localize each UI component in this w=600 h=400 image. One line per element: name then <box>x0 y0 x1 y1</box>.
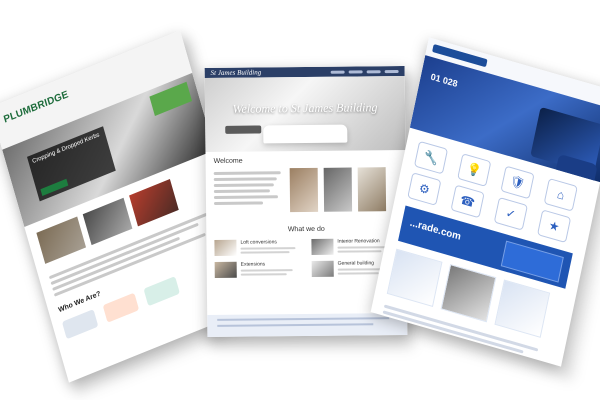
left-logo-main: PLUMBRIDGE <box>2 89 70 126</box>
left-hero-button[interactable] <box>40 178 69 197</box>
service-text: Extensions <box>241 261 302 278</box>
left-hero-grass <box>149 81 193 117</box>
star-icon: ★ <box>536 209 572 244</box>
center-welcome-heading: Welcome <box>213 157 243 165</box>
gear-icon: ⚙ <box>407 172 442 206</box>
website-collage: PLUMBRIDGE Cropping & Dropped Kerbs Who … <box>0 0 600 400</box>
center-hero-title: Welcome to St James Building <box>232 100 378 116</box>
service-text: Loft conversions <box>240 239 301 256</box>
service-title: Extensions <box>240 261 266 268</box>
menu-item-3[interactable] <box>366 69 381 73</box>
center-welcome-image-3 <box>357 167 387 212</box>
hero-table-shape <box>225 125 262 134</box>
left-hero-headline: Cropping & Dropped Kerbs <box>31 132 101 166</box>
center-what-we-do-heading: What we do <box>287 225 325 234</box>
hero-sofa-shape <box>263 124 348 144</box>
right-card-1 <box>386 248 443 307</box>
check-icon: ✓ <box>493 196 528 231</box>
left-thumbnail-3 <box>129 178 179 227</box>
service-card: Loft conversions <box>214 239 301 256</box>
partner-logo-1 <box>61 309 99 340</box>
center-menu <box>330 69 399 74</box>
service-image <box>214 239 237 256</box>
lightbulb-icon: 💡 <box>457 153 492 187</box>
center-welcome-image-2 <box>323 167 353 212</box>
right-card-2 <box>440 264 497 323</box>
menu-item-2[interactable] <box>348 69 363 74</box>
center-hero-subtitle <box>205 117 405 119</box>
left-thumbnail-1 <box>36 216 87 264</box>
partner-logo-2 <box>102 292 140 323</box>
left-hero-card: Cropping & Dropped Kerbs <box>26 126 116 202</box>
service-title: Loft conversions <box>240 239 277 246</box>
right-card-3 <box>494 279 551 338</box>
home-icon: ⌂ <box>543 177 578 212</box>
right-phone: 01 028 <box>429 71 459 89</box>
center-footer <box>207 312 408 338</box>
wrench-icon: 🔧 <box>413 140 449 175</box>
phone-icon: ☎ <box>450 184 485 219</box>
service-card: Extensions <box>214 261 302 278</box>
center-welcome-text <box>213 168 284 213</box>
center-hero: Welcome to St James Building <box>204 75 406 153</box>
left-logo: PLUMBRIDGE <box>3 89 70 126</box>
center-welcome-section: Welcome <box>205 150 406 219</box>
center-services-grid: Loft conversions Interior Renovation Ext… <box>214 238 398 278</box>
left-thumbnail-2 <box>82 197 133 246</box>
partner-logo-3 <box>143 276 180 307</box>
shield-icon: 🛡 <box>500 165 535 200</box>
menu-item-1[interactable] <box>330 70 345 74</box>
center-what-we-do: What we do Loft conversions Interior Ren… <box>206 217 407 282</box>
center-brand: St James Building <box>210 68 262 77</box>
menu-item-4[interactable] <box>384 69 399 73</box>
service-image <box>311 260 334 277</box>
center-welcome-row <box>213 167 398 213</box>
center-welcome-image-1 <box>289 167 319 213</box>
service-image <box>311 238 334 255</box>
right-domain: ...rade.com <box>408 217 462 243</box>
service-image <box>214 261 237 278</box>
